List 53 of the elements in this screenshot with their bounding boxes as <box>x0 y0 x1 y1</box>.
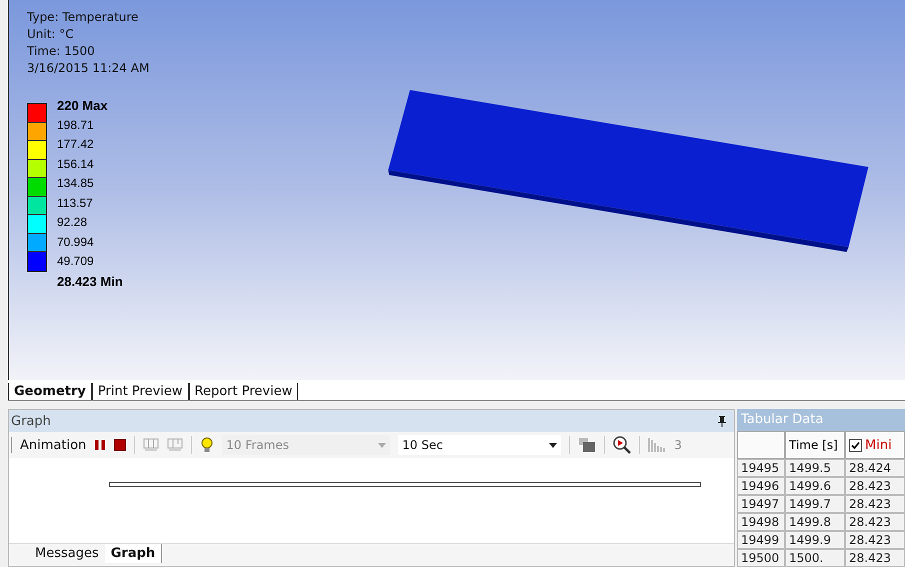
column-header: Mini <box>865 438 892 452</box>
light-bulb-icon[interactable] <box>200 437 214 453</box>
table-cell: 28.423 <box>845 531 905 549</box>
legend-label: 220 Max <box>57 97 109 115</box>
legend-label: 28.423 Min <box>57 272 123 290</box>
result-info-text: Type: Temperature <box>27 9 140 26</box>
table-cell: 19500 <box>737 549 785 567</box>
duration-dropdown[interactable]: 10 Sec <box>398 435 562 455</box>
legend-label: 134.85 <box>57 175 95 192</box>
legend-label: 177.42 <box>57 136 95 153</box>
table-cell: 19496 <box>737 477 785 495</box>
table-cell: 1499.9 <box>785 531 845 549</box>
pin-icon[interactable] <box>718 416 726 426</box>
table-cell: 28.423 <box>845 513 905 531</box>
checkbox[interactable] <box>849 438 862 452</box>
panel-title: Graph <box>11 414 51 428</box>
table-cell: 19497 <box>737 495 785 513</box>
legend-label: 49.709 <box>57 253 95 270</box>
panel-title: Tabular Data <box>737 409 905 431</box>
table-cell: 28.423 <box>845 495 905 513</box>
table-cell: 1499.6 <box>785 477 845 495</box>
caret-icon <box>378 442 386 448</box>
legend-label: 156.14 <box>57 156 95 172</box>
legend-label: 198.71 <box>57 116 95 134</box>
column-header: Time [s] <box>785 431 845 459</box>
export-icon[interactable] <box>578 437 596 453</box>
result-info-text: 3/16/2015 11:24 AM <box>27 60 150 77</box>
toolbar-label: Animation <box>20 438 86 452</box>
result-info-text: Time: 1500 <box>27 43 96 60</box>
view-tab[interactable]: Report Preview <box>188 383 298 400</box>
table-cell: 1499.8 <box>785 513 845 531</box>
table-cell: 19499 <box>737 531 785 549</box>
pause-icon[interactable] <box>94 439 106 451</box>
view-tab[interactable]: Geometry <box>8 383 92 400</box>
legend-label: 113.57 <box>57 194 94 212</box>
column-header <box>737 431 785 459</box>
stop-icon[interactable] <box>114 439 126 451</box>
table-cell: 28.423 <box>845 477 905 495</box>
zoom-play-icon[interactable] <box>613 436 632 454</box>
legend-label: 92.28 <box>57 214 88 231</box>
frame-count: 3 <box>674 438 682 452</box>
table-cell: 1499.5 <box>785 459 845 477</box>
view-tab[interactable]: Print Preview <box>92 383 189 400</box>
table-cell: 19495 <box>737 459 785 477</box>
result-info-text: Unit: °C <box>27 26 75 43</box>
table-cell: 1499.7 <box>785 495 845 513</box>
legend-label: 70.994 <box>57 234 95 250</box>
caret-icon <box>549 442 558 448</box>
panel-tab[interactable]: Graph <box>104 544 162 563</box>
table-cell: 1500. <box>785 549 845 567</box>
table-cell: 28.423 <box>845 549 905 567</box>
table-cell: 28.424 <box>845 459 905 477</box>
table-cell: 19498 <box>737 513 785 531</box>
